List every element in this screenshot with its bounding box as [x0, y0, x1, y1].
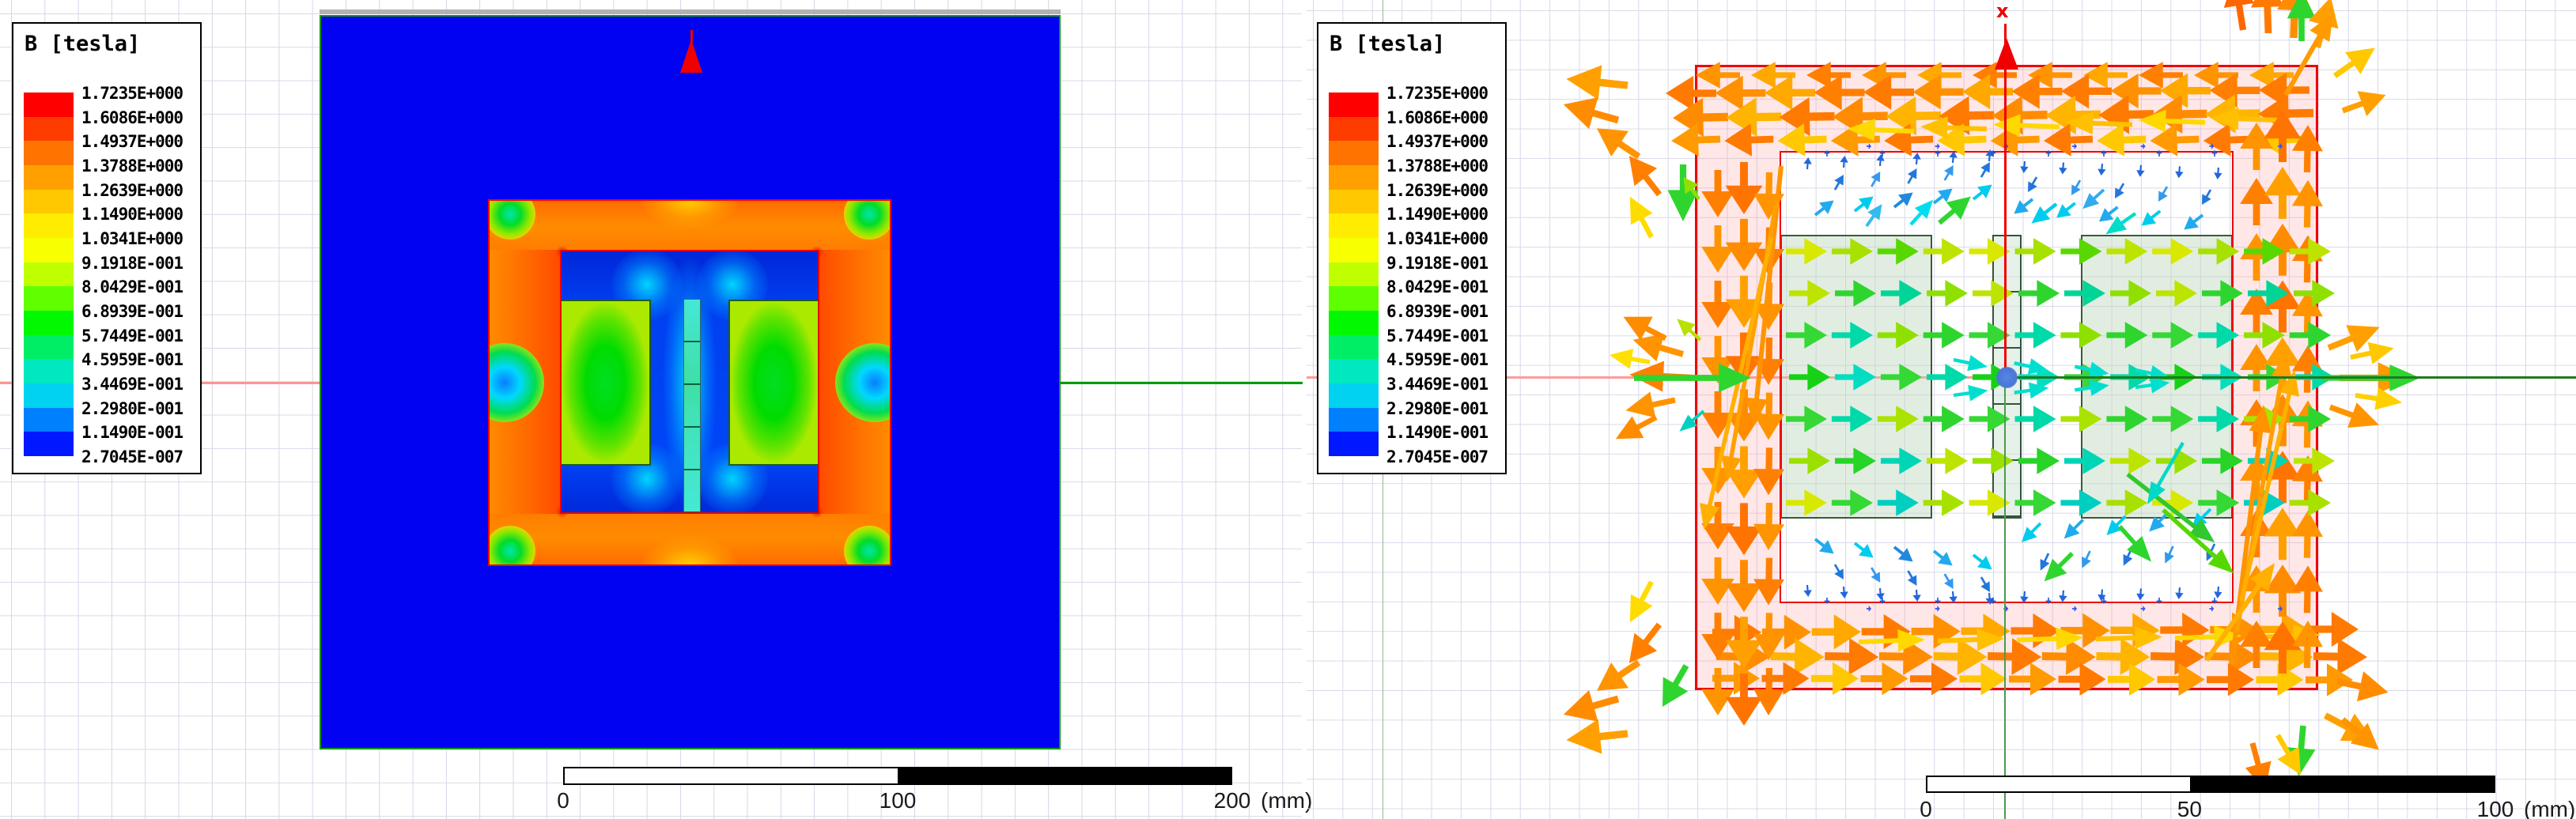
legend-value: 8.0429E-001: [81, 277, 183, 297]
legend-value: 5.7449E-001: [1386, 326, 1488, 345]
legend-value: 1.4937E+000: [81, 132, 183, 152]
window-outline: [560, 250, 819, 514]
legend-band: [1329, 165, 1379, 190]
region-top-edge: [320, 9, 1061, 14]
legend-band: [24, 92, 74, 117]
legend-band: [1329, 286, 1379, 311]
scalebar-left: 0 100 200 (mm): [557, 767, 1312, 813]
legend-value: 1.0341E+000: [1386, 229, 1488, 248]
legend-band: [24, 189, 74, 214]
legend-band: [1329, 383, 1379, 408]
legend-band: [24, 432, 74, 457]
scalebar-box: [1926, 776, 2495, 793]
legend-band: [1329, 359, 1379, 384]
legend-band: [24, 286, 74, 311]
legend-value: 1.1490E-001: [81, 423, 183, 443]
legend-colorbar: [1329, 92, 1379, 457]
z-axis-line: [2004, 24, 2007, 377]
scalebar-unit: (mm): [1261, 788, 1313, 813]
legend-colorbar: [24, 92, 74, 457]
legend-value: 3.4469E-001: [81, 375, 183, 394]
axis-arrow-icon: [1995, 38, 2018, 70]
scalebar-box: [563, 767, 1232, 785]
legend-band: [1329, 141, 1379, 166]
legend-band: [1329, 311, 1379, 335]
legend-band: [24, 116, 74, 142]
scalebar-tick: 50: [2177, 797, 2202, 819]
legend-value: 8.0429E-001: [1386, 277, 1488, 297]
legend-values: 1.7235E+000 1.6086E+000 1.4937E+000 1.3788E…: [81, 84, 200, 466]
legend-band: [24, 238, 74, 262]
legend-value: 1.6086E+000: [81, 108, 183, 127]
legend-band: [1329, 238, 1379, 262]
legend-band: [1329, 213, 1379, 239]
legend-value: 1.6086E+000: [1386, 108, 1488, 127]
legend-value: 1.4937E+000: [1386, 132, 1488, 152]
legend-band: [1329, 92, 1379, 117]
scalebar-black-half: [898, 768, 1231, 783]
legend-value: 6.8939E-001: [81, 302, 183, 321]
scalebar-tick: 200: [1213, 788, 1251, 813]
legend-value: 1.1490E+000: [1386, 205, 1488, 225]
legend-left: B [tesla] 1.7235E+000 1.6086E+000 1.4937E+…: [12, 22, 202, 474]
legend-band: [24, 141, 74, 166]
scalebar-black-half: [2189, 777, 2494, 791]
legend-values: 1.7235E+000 1.6086E+000 1.4937E+000 1.3788E…: [1386, 84, 1505, 466]
legend-band: [24, 165, 74, 190]
legend-title: B [tesla]: [25, 32, 141, 56]
scalebar-unit: (mm): [2524, 797, 2576, 819]
legend-value: 3.4469E-001: [1386, 375, 1488, 394]
legend-band: [24, 262, 74, 287]
legend-value: 1.1490E+000: [81, 205, 183, 225]
scalebar-right: 0 50 100 (mm): [1920, 776, 2575, 819]
legend-band: [1329, 189, 1379, 214]
legend-value: 4.5959E-001: [81, 350, 183, 370]
left-axis-arrow-icon: [680, 40, 702, 73]
legend-value: 2.2980E-001: [1386, 398, 1488, 418]
legend-value: 2.2980E-001: [81, 398, 183, 418]
axis-label-x: x: [1996, 0, 2009, 22]
left-x-axis-positive-line: [1061, 382, 1303, 384]
legend-band: [24, 213, 74, 239]
legend-value: 9.1918E-001: [81, 253, 183, 273]
legend-band: [24, 407, 74, 432]
legend-value: 5.7449E-001: [81, 326, 183, 345]
legend-band: [1329, 432, 1379, 457]
legend-value: 1.1490E-001: [1386, 423, 1488, 443]
legend-value: 1.2639E+000: [1386, 180, 1488, 200]
legend-value: 1.7235E+000: [81, 84, 183, 103]
legend-title: B [tesla]: [1330, 32, 1446, 56]
legend-band: [24, 359, 74, 384]
scalebar-tick: 0: [557, 788, 569, 813]
scalebar-tick: 0: [1920, 797, 1932, 819]
legend-band: [24, 334, 74, 360]
legend-band: [1329, 334, 1379, 360]
legend-value: 1.7235E+000: [1386, 84, 1488, 103]
legend-value: 4.5959E-001: [1386, 350, 1488, 370]
legend-band: [1329, 116, 1379, 142]
z-axis-negative-line: [2004, 377, 2006, 819]
legend-right: B [tesla] 1.7235E+000 1.6086E+000 1.4937E+…: [1317, 22, 1507, 474]
legend-value: 9.1918E-001: [1386, 253, 1488, 273]
legend-value: 2.7045E-007: [1386, 447, 1488, 466]
legend-band: [24, 383, 74, 408]
origin-marker: [1996, 367, 2018, 388]
scalebar-tick: 100: [2476, 797, 2514, 819]
legend-value: 1.3788E+000: [81, 157, 183, 176]
legend-band: [1329, 262, 1379, 287]
scalebar-tick: 100: [879, 788, 917, 813]
left-field-plot-viewport[interactable]: B [tesla] 1.7235E+000 1.6086E+000 1.4937E+…: [0, 0, 1312, 819]
legend-band: [24, 311, 74, 335]
legend-band: [1329, 407, 1379, 432]
legend-value: 1.2639E+000: [81, 180, 183, 200]
legend-value: 2.7045E-007: [81, 447, 183, 466]
legend-value: 1.3788E+000: [1386, 157, 1488, 176]
legend-value: 6.8939E-001: [1386, 302, 1488, 321]
x-axis-positive-line: [2007, 376, 2576, 379]
legend-value: 1.0341E+000: [81, 229, 183, 248]
